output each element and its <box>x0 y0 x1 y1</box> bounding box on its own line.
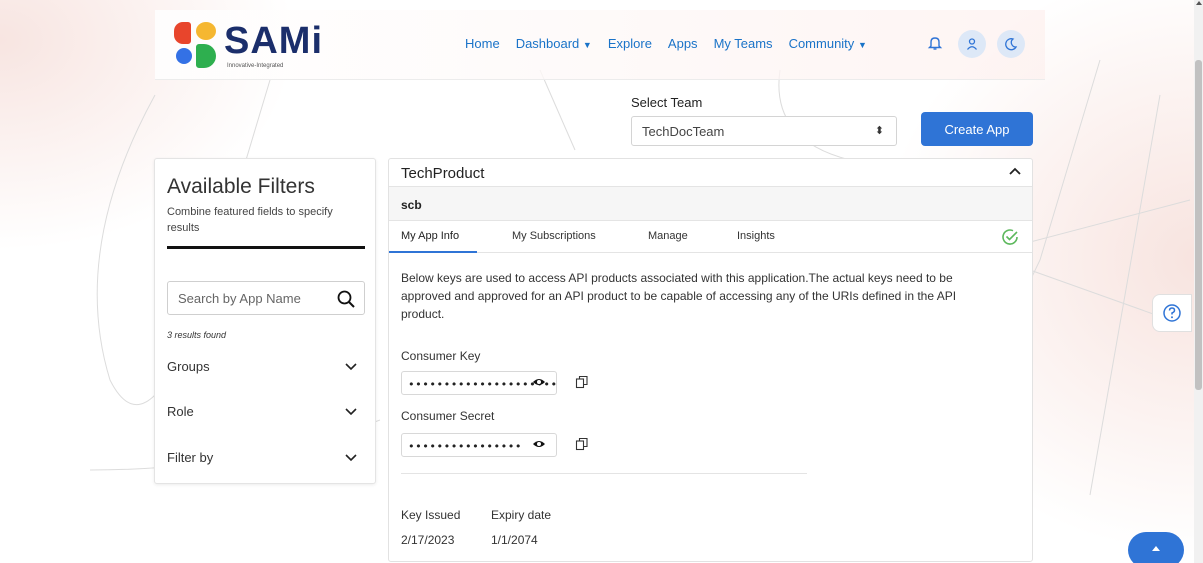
filters-divider <box>167 246 365 249</box>
filter-role[interactable]: Role <box>167 404 357 419</box>
search-icon[interactable] <box>336 289 356 309</box>
moon-icon[interactable] <box>997 30 1025 58</box>
chevron-up-icon[interactable] <box>1008 166 1022 176</box>
moon-glyph <box>1005 38 1018 51</box>
key-issued-label: Key Issued <box>401 508 461 522</box>
active-tab-indicator <box>389 251 477 253</box>
eye-glyph <box>533 379 545 385</box>
main-nav: Home Dashboard ▼ Explore Apps My Teams C… <box>465 36 883 51</box>
bell-icon[interactable] <box>927 35 943 51</box>
key-issued-value: 2/17/2023 <box>401 533 455 547</box>
eye-glyph <box>533 441 545 447</box>
app-row: scb <box>389 187 1032 221</box>
nav-home-label: Home <box>465 36 500 51</box>
scrollbar-thumb[interactable] <box>1195 60 1202 390</box>
create-app-button[interactable]: Create App <box>921 112 1033 146</box>
app-name: scb <box>401 198 422 212</box>
filter-groups[interactable]: Groups <box>167 359 357 374</box>
chevron-down-icon <box>345 408 357 416</box>
nav-community[interactable]: Community ▼ <box>789 36 867 51</box>
brand-tagline: Innovative-Integrated <box>227 63 284 69</box>
consumer-key-field[interactable]: •••••••••••••••••••••••••• <box>401 371 557 395</box>
consumer-secret-field[interactable]: •••••••••••••••• <box>401 433 557 457</box>
scroll-up-arrow-icon[interactable] <box>1196 1 1202 5</box>
filters-title: Available Filters <box>167 175 315 198</box>
nav-apps-label: Apps <box>667 36 698 51</box>
nav-home[interactable]: Home <box>465 36 500 51</box>
search-input[interactable] <box>178 291 328 306</box>
section-divider <box>401 473 807 474</box>
logo-mark-blue <box>176 48 192 64</box>
tab-my-app-info[interactable]: My App Info <box>401 230 459 242</box>
arrow-up-icon <box>1152 546 1160 551</box>
logo-mark-yellow <box>196 22 216 40</box>
product-header[interactable]: TechProduct <box>389 159 1032 187</box>
filters-subtitle: Combine featured fields to specify resul… <box>167 206 333 234</box>
copy-icon[interactable] <box>575 437 589 451</box>
tab-insights[interactable]: Insights <box>737 230 775 242</box>
nav-my-teams-label: My Teams <box>713 36 773 51</box>
team-select-value: TechDocTeam <box>642 124 725 139</box>
scroll-to-top-button[interactable] <box>1128 532 1184 563</box>
nav-my-teams[interactable]: My Teams <box>714 36 773 51</box>
product-panel: TechProduct scb My App Info My Subscript… <box>388 158 1033 562</box>
nav-apps[interactable]: Apps <box>668 36 698 51</box>
tab-my-subscriptions[interactable]: My Subscriptions <box>512 230 596 242</box>
filter-groups-label: Groups <box>167 359 210 374</box>
brand-name: SAMi <box>224 20 323 62</box>
select-arrows-icon: ⬍ <box>874 125 884 137</box>
eye-icon[interactable] <box>532 377 546 390</box>
chevron-down-icon: ▼ <box>857 40 867 50</box>
filter-by-label: Filter by <box>167 450 214 465</box>
chevron-down-icon <box>345 363 357 371</box>
logo-mark-red <box>174 22 191 44</box>
help-icon <box>1163 304 1181 322</box>
consumer-secret-value: •••••••••••••••• <box>408 440 522 453</box>
filter-role-label: Role <box>167 404 194 419</box>
user-icon[interactable] <box>958 30 986 58</box>
nav-explore-label: Explore <box>607 36 652 51</box>
logo-mark-green <box>196 44 216 68</box>
page-scrollbar[interactable] <box>1194 0 1203 563</box>
expiry-date-label: Expiry date <box>491 508 552 522</box>
nav-dashboard-label: Dashboard <box>515 36 580 51</box>
tab-manage[interactable]: Manage <box>648 230 688 242</box>
product-name: TechProduct <box>401 165 485 182</box>
nav-community-label: Community <box>788 36 855 51</box>
keys-description: Below keys are used to access API produc… <box>401 271 957 321</box>
consumer-key-label: Consumer Key <box>401 349 481 363</box>
results-count: 3 results found <box>167 330 227 340</box>
top-navbar: SAMi Innovative-Integrated Home Dashboar… <box>155 10 1045 80</box>
copy-icon[interactable] <box>575 375 589 389</box>
chevron-down-icon <box>345 454 357 462</box>
select-team-label: Select Team <box>631 95 703 110</box>
nav-dashboard[interactable]: Dashboard ▼ <box>516 36 592 51</box>
app-tabs: My App Info My Subscriptions Manage Insi… <box>389 221 1032 253</box>
check-circle-icon <box>1002 229 1018 245</box>
user-glyph <box>966 38 978 50</box>
filter-by[interactable]: Filter by <box>167 450 357 465</box>
nav-explore[interactable]: Explore <box>608 36 652 51</box>
help-button[interactable] <box>1152 294 1192 332</box>
team-select[interactable]: TechDocTeam ⬍ <box>631 116 897 146</box>
expiry-date-value: 1/1/2074 <box>491 533 538 547</box>
chevron-down-icon: ▼ <box>582 40 592 50</box>
eye-icon[interactable] <box>532 439 546 452</box>
filters-panel: Available Filters Combine featured field… <box>154 158 376 484</box>
app-search <box>167 281 365 315</box>
sami-logo[interactable]: SAMi Innovative-Integrated <box>170 20 323 72</box>
consumer-secret-label: Consumer Secret <box>401 409 495 423</box>
